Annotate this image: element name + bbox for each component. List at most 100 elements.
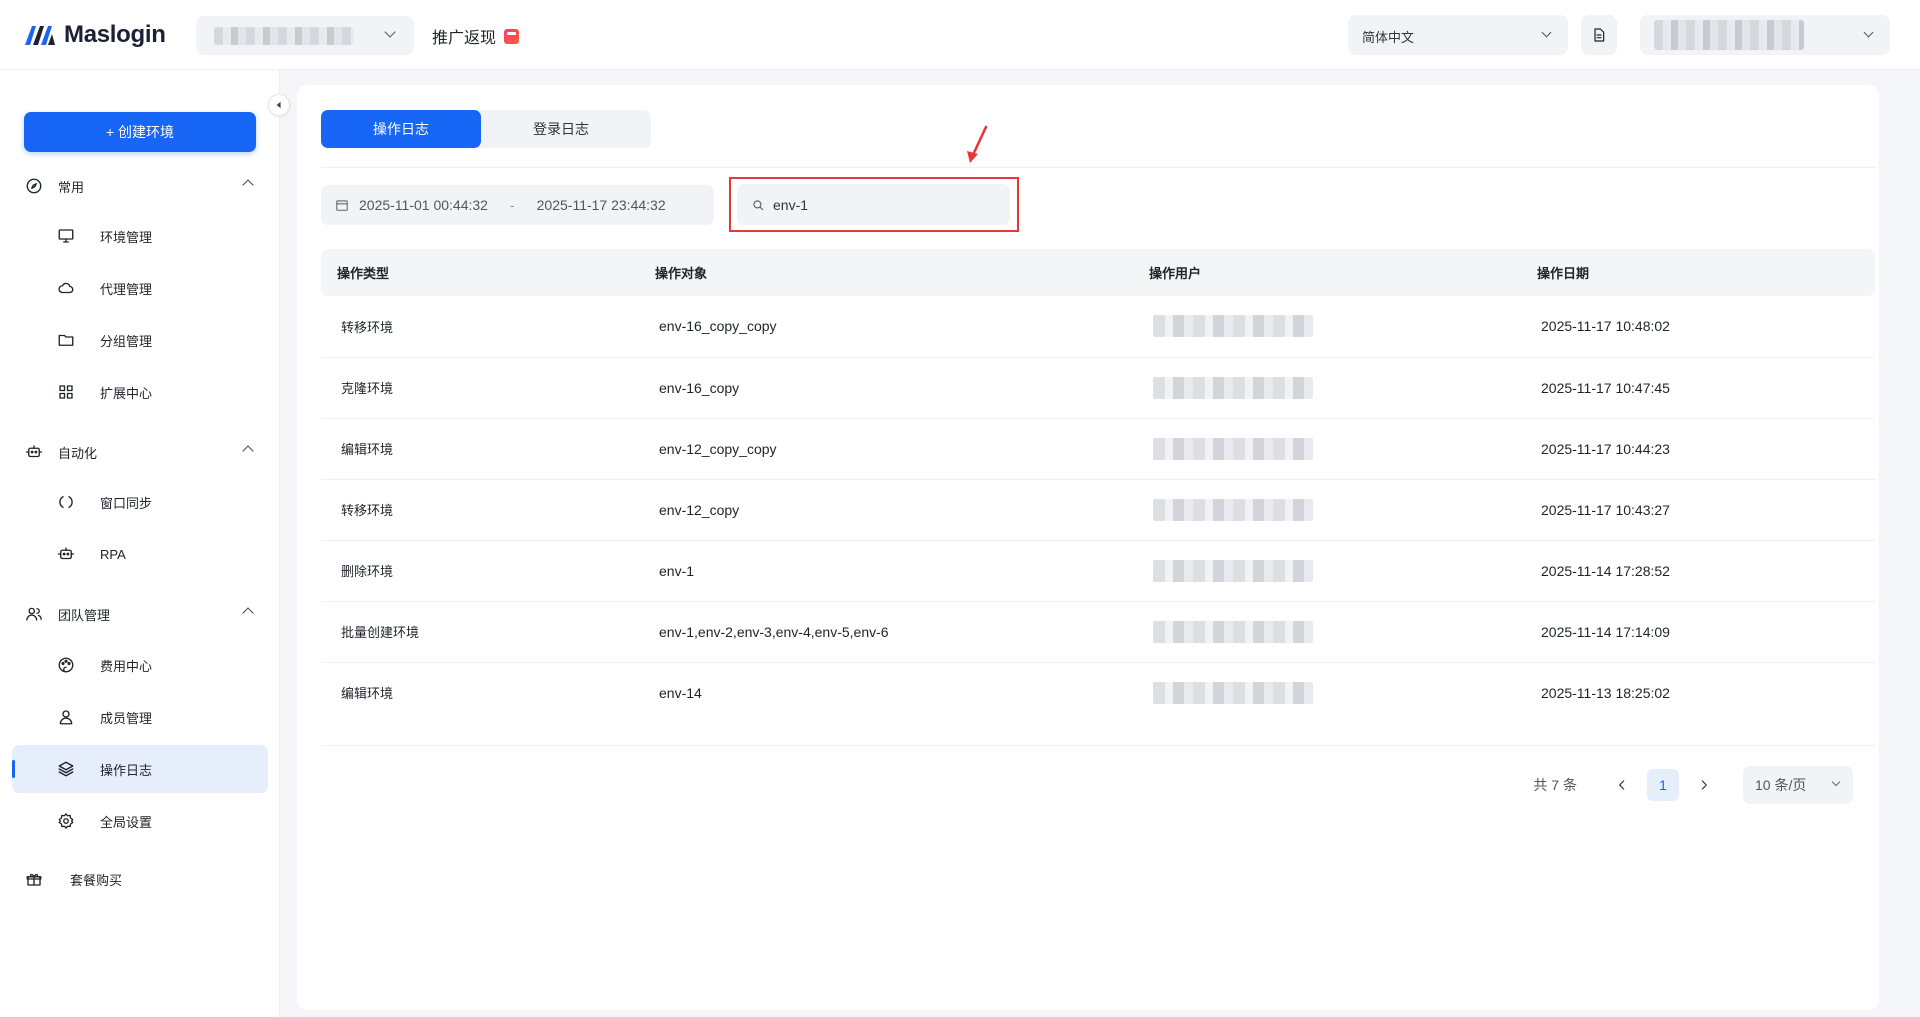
table-header-row: 操作类型 操作对象 操作用户 操作日期 (321, 249, 1875, 296)
annotation-arrow (967, 125, 988, 163)
sidebar-item-plan-purchase[interactable]: 套餐购买 (24, 864, 256, 894)
cell-date: 2025-11-17 10:44:23 (1521, 418, 1875, 480)
document-icon (1594, 28, 1605, 42)
column-header: 操作日期 (1537, 266, 1590, 281)
cell-user (1133, 296, 1521, 358)
promo-link[interactable]: 推广返现 (432, 24, 520, 48)
user-redacted (1153, 376, 1313, 399)
column-header: 操作类型 (337, 266, 390, 281)
table-row: 转移环境 env-12_copy 2025-11-17 10:43:27 (321, 479, 1875, 541)
sidebar-item-global-settings[interactable]: 全局设置 (12, 797, 268, 845)
nav-group-label: 常用 (58, 179, 85, 195)
sidebar-item-operation-log[interactable]: 操作日志 (12, 745, 268, 793)
tab-operation-log[interactable]: 操作日志 (321, 110, 481, 148)
cell-target: env-1 (639, 540, 1133, 602)
language-label: 简体中文 (1362, 30, 1415, 45)
logo-text: Maslogin (64, 21, 166, 48)
layers-icon (56, 759, 76, 779)
chevron-down-icon (1863, 27, 1874, 38)
chevron-left-icon (1619, 780, 1625, 790)
sidebar-item-groups[interactable]: 分组管理 (12, 316, 268, 364)
sidebar-item-rpa[interactable]: RPA (12, 530, 268, 578)
cell-user (1133, 601, 1521, 663)
user-icon (56, 707, 76, 727)
sidebar-item-window-sync[interactable]: 窗口同步 (12, 478, 268, 526)
robot-icon (24, 442, 44, 462)
app-logo[interactable]: Maslogin (24, 20, 166, 50)
document-button[interactable] (1581, 15, 1617, 55)
user-account-select[interactable] (1640, 15, 1890, 55)
divider (321, 167, 1875, 168)
page-size-label: 10 条/页 (1755, 777, 1807, 793)
sidebar-item-label: 环境管理 (100, 229, 153, 245)
cell-type: 克隆环境 (321, 357, 639, 419)
sidebar-item-label: 全局设置 (100, 814, 153, 830)
sidebar-item-label: 套餐购买 (70, 872, 123, 888)
sidebar-item-label: RPA (100, 546, 126, 562)
nav-group-label: 自动化 (58, 445, 98, 461)
search-input[interactable] (773, 196, 993, 213)
chevron-down-icon (1831, 777, 1841, 787)
sidebar-item-proxy[interactable]: 代理管理 (12, 264, 268, 312)
cell-user (1133, 662, 1521, 723)
sidebar-item-billing[interactable]: 费用中心 (12, 641, 268, 689)
calendar-icon (336, 200, 348, 211)
date-range-picker[interactable]: 2025-11-01 00:44:32 - 2025-11-17 23:44:3… (321, 185, 714, 225)
cell-date: 2025-11-17 10:43:27 (1521, 479, 1875, 541)
user-redacted (1153, 620, 1313, 643)
table-row: 编辑环境 env-14 2025-11-13 18:25:02 (321, 662, 1875, 723)
table-row: 克隆环境 env-16_copy 2025-11-17 10:47:45 (321, 357, 1875, 419)
date-end[interactable]: 2025-11-17 23:44:32 (537, 197, 666, 213)
sync-icon (56, 492, 76, 512)
monitor-icon (56, 226, 76, 246)
cell-user (1133, 357, 1521, 419)
workspace-select[interactable] (196, 16, 414, 55)
workspace-name-redacted (214, 27, 354, 45)
chevron-down-icon (1541, 27, 1552, 38)
promo-label: 推广返现 (432, 30, 497, 47)
cell-date: 2025-11-14 17:14:09 (1521, 601, 1875, 663)
tab-login-log[interactable]: 登录日志 (481, 110, 641, 148)
table-row: 删除环境 env-1 2025-11-14 17:28:52 (321, 540, 1875, 602)
sidebar-item-label: 费用中心 (100, 658, 153, 674)
sidebar-item-extensions[interactable]: 扩展中心 (12, 368, 268, 416)
sidebar-item-members[interactable]: 成员管理 (12, 693, 268, 741)
gear-icon (56, 811, 76, 831)
logo-icon (25, 26, 55, 45)
page-number[interactable]: 1 (1647, 769, 1679, 801)
total-count: 共 7 条 (1533, 777, 1577, 793)
chevron-down-icon (384, 26, 396, 38)
search-icon (753, 199, 764, 210)
cell-target: env-12_copy_copy (639, 418, 1133, 480)
nav-group-common[interactable]: 常用 (24, 171, 256, 201)
page-size-select[interactable]: 10 条/页 (1743, 766, 1853, 804)
nav-group-automation[interactable]: 自动化 (24, 437, 256, 467)
create-environment-button[interactable]: + 创建环境 (24, 112, 256, 152)
column-header: 操作对象 (655, 266, 708, 281)
cell-target: env-12_copy (639, 479, 1133, 541)
cell-target: env-16_copy (639, 357, 1133, 419)
main-panel: 操作日志 登录日志 2025-11-01 00:44:32 - 2025-11-… (297, 85, 1879, 1010)
date-start[interactable]: 2025-11-01 00:44:32 (359, 197, 488, 213)
prev-page-button[interactable] (1607, 770, 1637, 800)
page-scrollbar-track[interactable] (1910, 70, 1920, 1017)
pagination: 共 7 条 1 10 条/页 (1533, 766, 1853, 804)
next-page-button[interactable] (1689, 770, 1719, 800)
cell-type: 转移环境 (321, 296, 639, 358)
nav-group-team[interactable]: 团队管理 (24, 599, 256, 629)
cell-date: 2025-11-13 18:25:02 (1541, 684, 1670, 701)
user-redacted (1153, 498, 1313, 521)
cell-date: 2025-11-17 10:48:02 (1521, 296, 1875, 358)
language-select[interactable]: 简体中文 (1348, 15, 1568, 55)
user-redacted (1153, 437, 1313, 460)
chevron-up-icon (242, 445, 254, 457)
search-field[interactable] (737, 184, 1010, 225)
search-highlight-box (729, 177, 1019, 232)
sidebar-item-environments[interactable]: 环境管理 (12, 212, 268, 260)
active-indicator (12, 760, 15, 778)
sidebar-collapse-button[interactable] (268, 94, 290, 116)
user-redacted (1153, 315, 1313, 338)
sidebar-item-label: 操作日志 (100, 762, 153, 778)
user-redacted (1153, 681, 1313, 704)
user-redacted (1153, 559, 1313, 582)
